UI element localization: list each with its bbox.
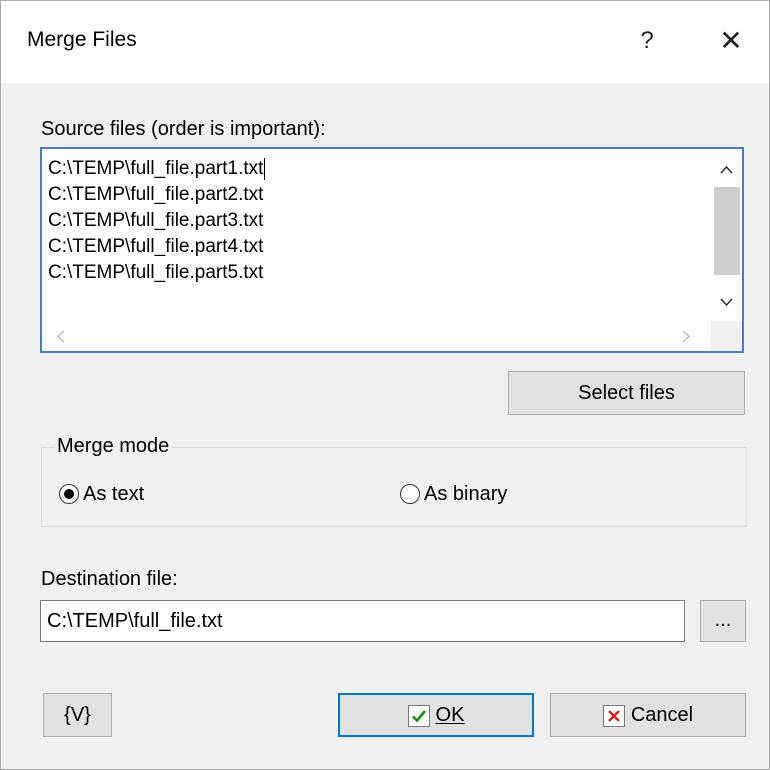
cancel-label: Cancel	[630, 704, 694, 726]
chevron-right-icon[interactable]	[682, 330, 691, 348]
merge-mode-group	[41, 447, 747, 527]
list-item[interactable]: C:\TEMP\full_file.part4.txt	[48, 234, 265, 260]
list-item[interactable]: C:\TEMP\full_file.part1.txt	[48, 156, 266, 182]
close-icon[interactable]: ✕	[711, 23, 751, 59]
vertical-scrollbar[interactable]	[711, 149, 742, 323]
list-item[interactable]: C:\TEMP\full_file.part2.txt	[48, 182, 265, 208]
check-icon	[407, 704, 430, 727]
merge-mode-label: Merge mode	[55, 435, 172, 458]
chevron-down-icon[interactable]	[720, 294, 733, 312]
variables-button[interactable]: {V}	[43, 693, 112, 737]
select-files-button[interactable]: Select files	[508, 371, 745, 415]
browse-button[interactable]: ...	[700, 600, 746, 642]
source-files-list[interactable]: C:\TEMP\full_file.part1.txt C:\TEMP\full…	[40, 147, 744, 353]
scrollbar-thumb[interactable]	[714, 187, 740, 275]
merge-files-dialog: Merge Files ? ✕ Source files (order is i…	[0, 0, 770, 770]
cancel-button[interactable]: Cancel	[550, 693, 746, 737]
horizontal-scrollbar[interactable]	[42, 321, 742, 351]
chevron-left-icon[interactable]	[56, 330, 65, 348]
list-item[interactable]: C:\TEMP\full_file.part5.txt	[48, 260, 265, 286]
dialog-title: Merge Files	[27, 28, 137, 51]
radio-button-selected[interactable]	[59, 484, 79, 504]
radio-as-binary-label[interactable]: As binary	[424, 483, 507, 506]
x-icon	[602, 704, 625, 727]
list-item[interactable]: C:\TEMP\full_file.part3.txt	[48, 208, 265, 234]
text-caret	[264, 157, 266, 180]
chevron-up-icon[interactable]	[720, 161, 733, 179]
title-bar: Merge Files ? ✕	[1, 1, 769, 83]
destination-file-field[interactable]: C:\TEMP\full_file.txt	[40, 600, 685, 642]
radio-as-text-label[interactable]: As text	[83, 483, 144, 506]
destination-file-label: Destination file:	[41, 568, 178, 590]
radio-button[interactable]	[400, 484, 420, 504]
radio-dot	[64, 489, 74, 499]
help-icon[interactable]: ?	[627, 23, 667, 59]
ok-label: OK	[435, 704, 465, 726]
source-files-lines: C:\TEMP\full_file.part1.txt C:\TEMP\full…	[48, 156, 266, 286]
source-files-label: Source files (order is important):	[41, 118, 326, 140]
scrollbar-corner	[711, 321, 742, 351]
ok-button[interactable]: OK	[338, 693, 534, 737]
